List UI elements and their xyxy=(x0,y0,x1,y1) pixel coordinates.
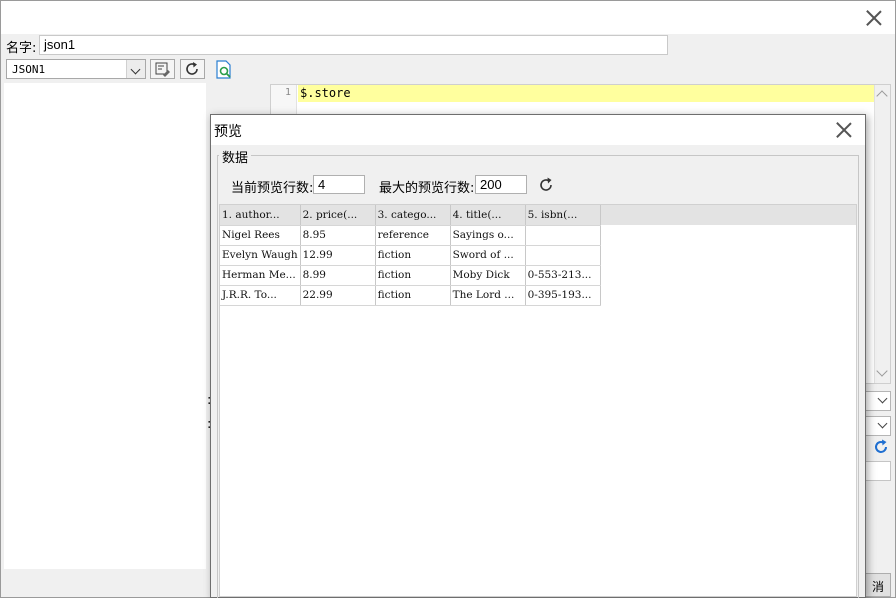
preview-refresh-button[interactable] xyxy=(537,176,555,194)
table-cell[interactable]: Evelyn Waugh xyxy=(220,245,301,266)
table-cell[interactable]: fiction xyxy=(375,265,451,286)
table-cell[interactable]: 12.99 xyxy=(300,245,376,266)
refresh-button[interactable] xyxy=(180,59,205,79)
table-cell[interactable]: 0-395-193... xyxy=(525,285,601,306)
chevron-down-icon[interactable] xyxy=(126,60,145,78)
table-row[interactable]: J.R.R. To... 22.99 fiction The Lord ... … xyxy=(220,285,601,306)
table-row[interactable]: Herman Me... 8.99 fiction Moby Dick 0-55… xyxy=(220,265,601,286)
header-row: 1. author... 2. price(... 3. catego... 4… xyxy=(220,205,601,226)
code-line[interactable]: $.store xyxy=(300,86,351,100)
max-rows-input[interactable]: 200 xyxy=(475,175,527,194)
connection-select[interactable]: JSON1 xyxy=(6,59,146,79)
side-refresh-button[interactable] xyxy=(871,437,891,457)
table-cell[interactable]: reference xyxy=(375,225,451,246)
table-cell[interactable]: 22.99 xyxy=(300,285,376,306)
scroll-down-icon[interactable] xyxy=(876,365,888,377)
preview-icon xyxy=(216,60,231,79)
dataset-tree-panel[interactable] xyxy=(4,83,206,569)
current-rows-label: 当前预览行数: xyxy=(231,181,314,196)
table-cell[interactable]: Nigel Rees xyxy=(220,225,301,246)
table-cell[interactable]: Herman Me... xyxy=(220,265,301,286)
edit-connection-button[interactable] xyxy=(150,59,175,79)
editor-scrollbar[interactable] xyxy=(874,85,890,383)
close-icon xyxy=(866,10,882,26)
table-cell[interactable]: fiction xyxy=(375,285,451,306)
name-input[interactable]: json1 xyxy=(39,35,668,55)
data-table[interactable]: 1. author... 2. price(... 3. catego... 4… xyxy=(220,205,601,306)
data-grid[interactable]: 1. author... 2. price(... 3. catego... 4… xyxy=(219,204,857,597)
column-header[interactable]: 3. catego... xyxy=(375,205,451,226)
table-cell[interactable]: The Lord ... xyxy=(450,285,526,306)
table-cell[interactable]: Sword of ... xyxy=(450,245,526,266)
chevron-down-icon xyxy=(877,418,888,429)
table-cell[interactable]: 8.95 xyxy=(300,225,376,246)
table-cell[interactable]: 8.99 xyxy=(300,265,376,286)
preview-button[interactable] xyxy=(213,59,235,81)
scroll-up-icon[interactable] xyxy=(876,90,888,102)
dialog-title: 预览 xyxy=(214,124,242,140)
current-rows-input[interactable]: 4 xyxy=(313,175,365,194)
table-cell[interactable] xyxy=(525,245,601,266)
refresh-icon xyxy=(186,62,198,75)
window-close-button[interactable] xyxy=(861,5,887,31)
close-icon xyxy=(836,122,852,138)
table-cell[interactable]: Moby Dick xyxy=(450,265,526,286)
table-cell[interactable]: J.R.R. To... xyxy=(220,285,301,306)
group-title: 数据 xyxy=(219,147,252,166)
table-row[interactable]: Evelyn Waugh 12.99 fiction Sword of ... xyxy=(220,245,601,266)
connection-select-value: JSON1 xyxy=(12,63,46,76)
dialog-title-bar xyxy=(211,115,865,145)
table-cell[interactable] xyxy=(525,225,601,246)
name-label: 名字: xyxy=(6,41,37,56)
table-cell[interactable]: 0-553-213... xyxy=(525,265,601,286)
edit-connection-icon xyxy=(155,62,170,77)
preview-dialog: 预览 数据 当前预览行数: 4 最大的预览行数: 200 1. author..… xyxy=(210,114,866,598)
refresh-icon xyxy=(540,177,552,191)
column-header[interactable]: 5. isbn(... xyxy=(525,205,601,226)
chevron-down-icon xyxy=(877,393,888,404)
refresh-icon xyxy=(875,439,887,453)
table-cell[interactable]: fiction xyxy=(375,245,451,266)
title-bar xyxy=(1,1,895,34)
line-number: 1 xyxy=(284,87,291,98)
table-row[interactable]: Nigel Rees 8.95 reference Sayings o... xyxy=(220,225,601,246)
column-header[interactable]: 4. title(... xyxy=(450,205,526,226)
column-header[interactable]: 2. price(... xyxy=(300,205,376,226)
max-rows-label: 最大的预览行数: xyxy=(379,181,475,196)
table-cell[interactable]: Sayings o... xyxy=(450,225,526,246)
column-header[interactable]: 1. author... xyxy=(220,205,301,226)
current-line-highlight xyxy=(298,85,874,102)
dialog-close-button[interactable] xyxy=(831,117,857,143)
